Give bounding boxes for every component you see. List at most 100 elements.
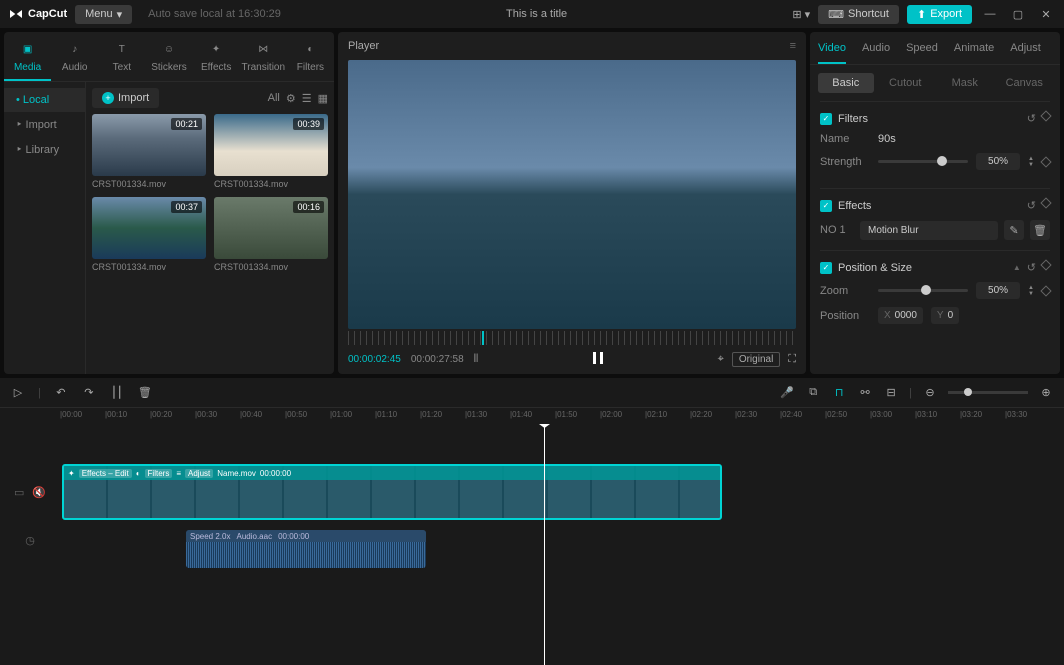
- clock-icon[interactable]: ◷: [25, 534, 35, 547]
- zoom-spinner[interactable]: ▲▼: [1028, 285, 1034, 297]
- project-title[interactable]: This is a title: [289, 8, 784, 20]
- position-y-input[interactable]: Y 0: [931, 307, 959, 324]
- magnet-icon[interactable]: ⊓: [831, 385, 847, 401]
- original-button[interactable]: Original: [732, 352, 780, 367]
- sidebar-item-import[interactable]: ‣ Import: [4, 112, 85, 137]
- sub-tab-canvas[interactable]: Canvas: [997, 73, 1053, 93]
- playhead[interactable]: [544, 424, 545, 665]
- strength-spinner[interactable]: ▲▼: [1028, 156, 1034, 168]
- media-clip[interactable]: 00:16CRST001334.mov: [214, 197, 328, 272]
- prop-tab-animate[interactable]: Animate: [954, 42, 994, 64]
- zoom-slider[interactable]: [878, 289, 968, 292]
- layout-icon[interactable]: ⊞ ▾: [792, 8, 810, 21]
- filters-checkbox[interactable]: ✓: [820, 113, 832, 125]
- zoom-in-icon[interactable]: ⊕: [1038, 385, 1054, 401]
- zoom-value[interactable]: 50%: [976, 282, 1020, 299]
- keyframe-icon[interactable]: [1040, 259, 1051, 270]
- link-icon[interactable]: ⧉: [805, 385, 821, 401]
- timeline-body[interactable]: ▭ 🔇 ✦ Effects – Edit ◐ Filters ≡ Adjust …: [0, 424, 1064, 665]
- sidebar-item-local[interactable]: • Local: [4, 88, 85, 112]
- media-tab-text[interactable]: TText: [98, 38, 145, 81]
- snap-icon[interactable]: ⚯: [857, 385, 873, 401]
- media-tab-stickers[interactable]: ☺Stickers: [145, 38, 192, 81]
- adjust-tag[interactable]: Adjust: [185, 469, 213, 478]
- effects-tag[interactable]: Effects – Edit: [79, 469, 132, 478]
- prop-tab-audio[interactable]: Audio: [862, 42, 890, 64]
- clip-adjust-icon: ≡: [176, 469, 181, 478]
- chevron-down-icon: ▾: [117, 8, 123, 21]
- player-menu-icon[interactable]: ≡: [790, 40, 796, 52]
- prop-tab-adjust[interactable]: Adjust: [1010, 42, 1041, 64]
- reset-icon[interactable]: ↺: [1027, 199, 1036, 212]
- player-ruler[interactable]: [348, 331, 796, 345]
- export-button[interactable]: ⬆ Export: [907, 5, 972, 24]
- delete-icon[interactable]: 🗑: [137, 385, 153, 401]
- sub-tab-mask[interactable]: Mask: [937, 73, 993, 93]
- ruler-tick: |01:20: [420, 410, 442, 419]
- fullscreen-icon[interactable]: ⛶: [788, 353, 796, 366]
- timeline-audio-clip[interactable]: Speed 2.0x Audio.aac 00:00:00: [186, 530, 426, 568]
- play-pause-button[interactable]: [591, 351, 605, 368]
- shortcut-button[interactable]: ⌨ Shortcut: [818, 5, 899, 24]
- keyframe-icon[interactable]: [1040, 197, 1051, 208]
- timeline-video-clip[interactable]: ✦ Effects – Edit ◐ Filters ≡ Adjust Name…: [62, 464, 722, 520]
- select-tool-icon[interactable]: ▷: [10, 385, 26, 401]
- import-button[interactable]: + Import: [92, 88, 159, 108]
- media-panel: ▣Media♪AudioTText☺Stickers✦Effects⋈Trans…: [4, 32, 334, 374]
- redo-icon[interactable]: ↷: [81, 385, 97, 401]
- media-tab-transition[interactable]: ⋈Transition: [240, 38, 287, 81]
- timeline-zoom-slider[interactable]: [948, 391, 1028, 394]
- media-clip[interactable]: 00:21CRST001334.mov: [92, 114, 206, 189]
- media-tab-filters[interactable]: ◐Filters: [287, 38, 334, 81]
- levels-icon[interactable]: ⫴: [474, 353, 479, 366]
- sub-tab-basic[interactable]: Basic: [818, 73, 874, 93]
- effects-checkbox[interactable]: ✓: [820, 200, 832, 212]
- media-tab-media[interactable]: ▣Media: [4, 38, 51, 81]
- sub-tab-cutout[interactable]: Cutout: [878, 73, 934, 93]
- media-tab-audio[interactable]: ♪Audio: [51, 38, 98, 81]
- zoom-out-icon[interactable]: ⊖: [922, 385, 938, 401]
- maximize-button[interactable]: ▢: [1008, 4, 1028, 24]
- filters-section: ✓ Filters ↺ Name 90s Strength 50% ▲▼: [820, 101, 1050, 188]
- filter-icon[interactable]: ⚙: [286, 92, 296, 105]
- close-button[interactable]: ✕: [1036, 4, 1056, 24]
- transition-icon: ⋈: [255, 44, 271, 60]
- timeline-ruler[interactable]: |00:00|00:10|00:20|00:30|00:40|00:50|01:…: [0, 408, 1064, 424]
- media-icon: ▣: [20, 44, 36, 60]
- edit-effect-icon[interactable]: ✎: [1004, 220, 1024, 240]
- view-grid-icon[interactable]: ▦: [318, 92, 328, 105]
- zoom-keyframe-icon[interactable]: [1040, 285, 1051, 296]
- mute-icon[interactable]: 🔇: [32, 486, 46, 499]
- reset-icon[interactable]: ↺: [1027, 112, 1036, 125]
- menu-button[interactable]: Menu ▾: [75, 5, 132, 24]
- view-list-icon[interactable]: ☰: [302, 92, 312, 105]
- strength-value[interactable]: 50%: [976, 153, 1020, 170]
- collapse-icon[interactable]: ▲: [1013, 263, 1021, 272]
- split-icon[interactable]: ⎮⎮: [109, 385, 125, 401]
- undo-icon[interactable]: ↶: [53, 385, 69, 401]
- prop-tab-video[interactable]: Video: [818, 42, 846, 64]
- crop-icon[interactable]: ⌖: [718, 353, 724, 366]
- minimize-button[interactable]: —: [980, 4, 1000, 24]
- position-x-input[interactable]: X 0000: [878, 307, 923, 324]
- mic-icon[interactable]: 🎤: [779, 385, 795, 401]
- align-icon[interactable]: ⊟: [883, 385, 899, 401]
- media-tab-effects[interactable]: ✦Effects: [193, 38, 240, 81]
- prop-tab-speed[interactable]: Speed: [906, 42, 938, 64]
- reset-icon[interactable]: ↺: [1027, 261, 1036, 274]
- ruler-tick: |00:00: [60, 410, 82, 419]
- sidebar-item-library[interactable]: ‣ Library: [4, 137, 85, 162]
- capcut-icon: [8, 6, 24, 22]
- keyframe-icon[interactable]: [1040, 110, 1051, 121]
- media-clip[interactable]: 00:37CRST001334.mov: [92, 197, 206, 272]
- strength-keyframe-icon[interactable]: [1040, 156, 1051, 167]
- player-viewport[interactable]: [348, 60, 796, 329]
- lock-icon[interactable]: ▭: [14, 486, 24, 499]
- pos-checkbox[interactable]: ✓: [820, 262, 832, 274]
- filter-all[interactable]: All: [268, 92, 280, 104]
- filters-tag[interactable]: Filters: [145, 469, 173, 478]
- delete-effect-icon[interactable]: 🗑: [1030, 220, 1050, 240]
- media-tabs: ▣Media♪AudioTText☺Stickers✦Effects⋈Trans…: [4, 32, 334, 82]
- media-clip[interactable]: 00:39CRST001334.mov: [214, 114, 328, 189]
- strength-slider[interactable]: [878, 160, 968, 163]
